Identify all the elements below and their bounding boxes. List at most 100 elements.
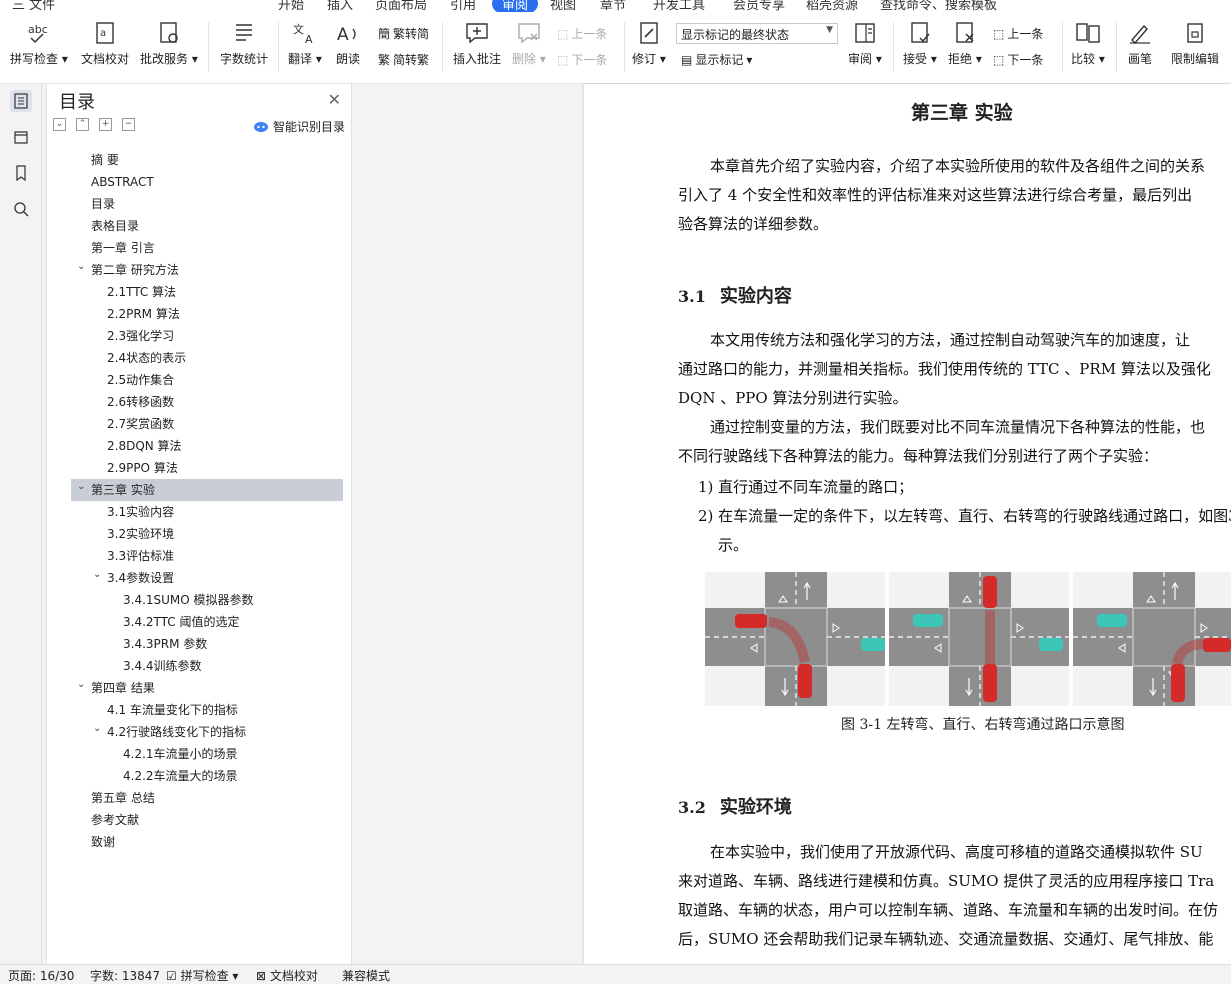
trad-to-simp-button[interactable]: 簡繁转简 <box>378 25 429 42</box>
menu-tab[interactable]: 会员专享 <box>733 0 785 12</box>
menu-tab[interactable]: 引用 <box>450 0 476 12</box>
spell-check-icon: abc <box>24 20 54 46</box>
toc-item[interactable]: 2.1TTC 算法 <box>47 281 353 303</box>
spell-check-button[interactable]: abc 拼写检查 ▾ <box>10 20 68 67</box>
menu-tab[interactable]: 页面布局 <box>375 0 427 12</box>
toc-item[interactable]: 表格目录 <box>47 215 353 237</box>
toc-panel-icon[interactable] <box>10 90 32 112</box>
chevron-down-icon[interactable]: ⌄ <box>93 564 101 586</box>
show-markup-button[interactable]: ▤ 显示标记 ▾ <box>681 51 752 68</box>
menu-tab[interactable]: 开始 <box>278 0 304 12</box>
remove-level-icon[interactable]: − <box>122 118 135 131</box>
toc-item[interactable]: 3.4.3PRM 参数 <box>47 633 353 655</box>
status-proofread[interactable]: ⊠ 文档校对 <box>256 967 318 984</box>
review-pane-button[interactable]: 审阅 ▾ <box>848 20 882 67</box>
expand-up-icon[interactable]: ⌃ <box>76 118 89 131</box>
smart-detect-toc-button[interactable]: 智能识别目录 <box>253 118 345 135</box>
close-icon[interactable]: ✕ <box>328 90 341 109</box>
toc-item-label: 参考文献 <box>91 813 140 827</box>
svg-text:a: a <box>100 28 106 39</box>
toc-item-label: 第一章 引言 <box>91 241 155 255</box>
body-text-line: 不同行驶路线下各种算法的能力。每种算法我们分别进行了两个子实验： <box>678 447 1159 465</box>
delete-comment-button[interactable]: 删除 ▾ <box>512 20 546 67</box>
chevron-down-icon[interactable]: ⌄ <box>77 256 85 278</box>
toc-item[interactable]: ABSTRACT <box>47 171 353 193</box>
search-icon[interactable] <box>10 198 32 220</box>
toc-item[interactable]: ⌄ 4.2行驶路线变化下的指标 <box>47 721 353 743</box>
bookmark-icon[interactable] <box>10 162 32 184</box>
toc-panel: 目录 ✕ ⌄ ⌃ + − 智能识别目录 摘 要 ABSTRACT 目录 表格目录 第一章… <box>46 84 352 964</box>
navigation-icon[interactable] <box>10 126 32 148</box>
toc-item-label: 4.1 车流量变化下的指标 <box>107 703 238 717</box>
toc-item[interactable]: ⌄ 3.4参数设置 <box>47 567 353 589</box>
toc-item[interactable]: 2.3强化学习 <box>47 325 353 347</box>
insert-comment-button[interactable]: 插入批注 <box>453 20 501 67</box>
proofread-button[interactable]: a 文档校对 <box>81 20 129 67</box>
toc-item[interactable]: ⌄ 第二章 研究方法 <box>47 259 353 281</box>
add-level-icon[interactable]: + <box>99 118 112 131</box>
word-count-button[interactable]: 字数统计 <box>220 20 268 67</box>
menu-tab[interactable]: 开发工具 <box>653 0 705 12</box>
menu-tab[interactable]: 审阅 <box>492 0 539 12</box>
pen-button[interactable]: 画笔 <box>1125 20 1155 67</box>
prev-change-button[interactable]: ⬚ 上一条 <box>993 25 1043 42</box>
toc-item[interactable]: 2.5动作集合 <box>47 369 353 391</box>
reject-button[interactable]: 拒绝 ▾ <box>948 20 982 67</box>
toc-item[interactable]: ⌄ 第四章 结果 <box>47 677 353 699</box>
prev-comment-button[interactable]: ⬚ 上一条 <box>557 25 607 42</box>
menu-tab[interactable]: 稻壳资源 <box>806 0 858 12</box>
chevron-down-icon[interactable]: ⌄ <box>93 718 101 740</box>
toc-item[interactable]: 3.1实验内容 <box>47 501 353 523</box>
menu-tab[interactable]: 视图 <box>550 0 576 12</box>
menu-tab[interactable]: 插入 <box>327 0 353 12</box>
simp-to-trad-button[interactable]: 繁简转繁 <box>378 51 429 68</box>
markup-state-select[interactable]: 显示标记的最终状态 ▼ <box>676 23 838 44</box>
next-change-icon: ⬚ <box>993 52 1005 67</box>
toc-item[interactable]: 2.9PPO 算法 <box>47 457 353 479</box>
next-comment-button[interactable]: ⬚ 下一条 <box>557 51 607 68</box>
toc-item[interactable]: 3.2实验环境 <box>47 523 353 545</box>
compare-button[interactable]: 比较 ▾ <box>1071 20 1105 67</box>
menu-tab[interactable]: 查找命令、搜索模板 <box>880 0 997 12</box>
accept-button[interactable]: 接受 ▾ <box>903 20 937 67</box>
toc-item[interactable]: 2.2PRM 算法 <box>47 303 353 325</box>
toc-item[interactable]: 2.8DQN 算法 <box>47 435 353 457</box>
intersection-figure[interactable] <box>705 572 1231 706</box>
word-count[interactable]: 字数: 13847 <box>90 967 160 984</box>
prev-comment-icon: ⬚ <box>557 26 569 41</box>
toc-item[interactable]: 第一章 引言 <box>47 237 353 259</box>
translate-button[interactable]: 文A 翻译 ▾ <box>288 20 322 67</box>
toc-item[interactable]: 3.4.4训练参数 <box>47 655 353 677</box>
toc-item[interactable]: 参考文献 <box>47 809 353 831</box>
page-count[interactable]: 页面: 16/30 <box>8 967 74 984</box>
chevron-down-icon[interactable]: ⌄ <box>77 674 85 696</box>
toc-item[interactable]: 3.4.1SUMO 模拟器参数 <box>47 589 353 611</box>
revise-service-button[interactable]: 批改服务 ▾ <box>140 20 198 67</box>
next-change-button[interactable]: ⬚ 下一条 <box>993 51 1043 68</box>
toc-item[interactable]: 2.6转移函数 <box>47 391 353 413</box>
ribbon-divider <box>624 22 625 72</box>
collapse-all-icon[interactable]: ⌄ <box>53 118 66 131</box>
menu-tab[interactable]: 三 文件 <box>12 0 55 12</box>
toc-item[interactable]: 致谢 <box>47 831 353 853</box>
status-spell-label: 拼写检查 <box>180 969 229 983</box>
toc-item[interactable]: 3.4.2TTC 阈值的选定 <box>47 611 353 633</box>
toc-item[interactable]: 4.2.1车流量小的场景 <box>47 743 353 765</box>
toc-item[interactable]: 目录 <box>47 193 353 215</box>
toc-item[interactable]: 摘 要 <box>47 149 353 171</box>
reject-icon <box>950 20 980 46</box>
toc-item[interactable]: 4.2.2车流量大的场景 <box>47 765 353 787</box>
read-aloud-button[interactable]: A 朗读 <box>333 20 363 67</box>
next-comment-label: 下一条 <box>571 53 608 67</box>
menu-tab[interactable]: 章节 <box>600 0 626 12</box>
status-spell-check[interactable]: ☑ 拼写检查 ▾ <box>166 967 238 984</box>
chevron-down-icon[interactable]: ⌄ <box>77 476 85 498</box>
document-page[interactable]: 第三章 实验 本章首先介绍了实验内容，介绍了本实验所使用的软件及各组件之间的关系… <box>584 84 1231 964</box>
left-turn-scene <box>705 572 886 706</box>
toc-item[interactable]: 2.7奖赏函数 <box>47 413 353 435</box>
track-changes-button[interactable]: 修订 ▾ <box>632 20 666 67</box>
toc-item[interactable]: 第五章 总结 <box>47 787 353 809</box>
toc-item[interactable]: ⌄ 第三章 实验 <box>71 479 343 501</box>
restrict-edit-button[interactable]: 限制编辑 <box>1171 20 1219 67</box>
toc-item[interactable]: 2.4状态的表示 <box>47 347 353 369</box>
